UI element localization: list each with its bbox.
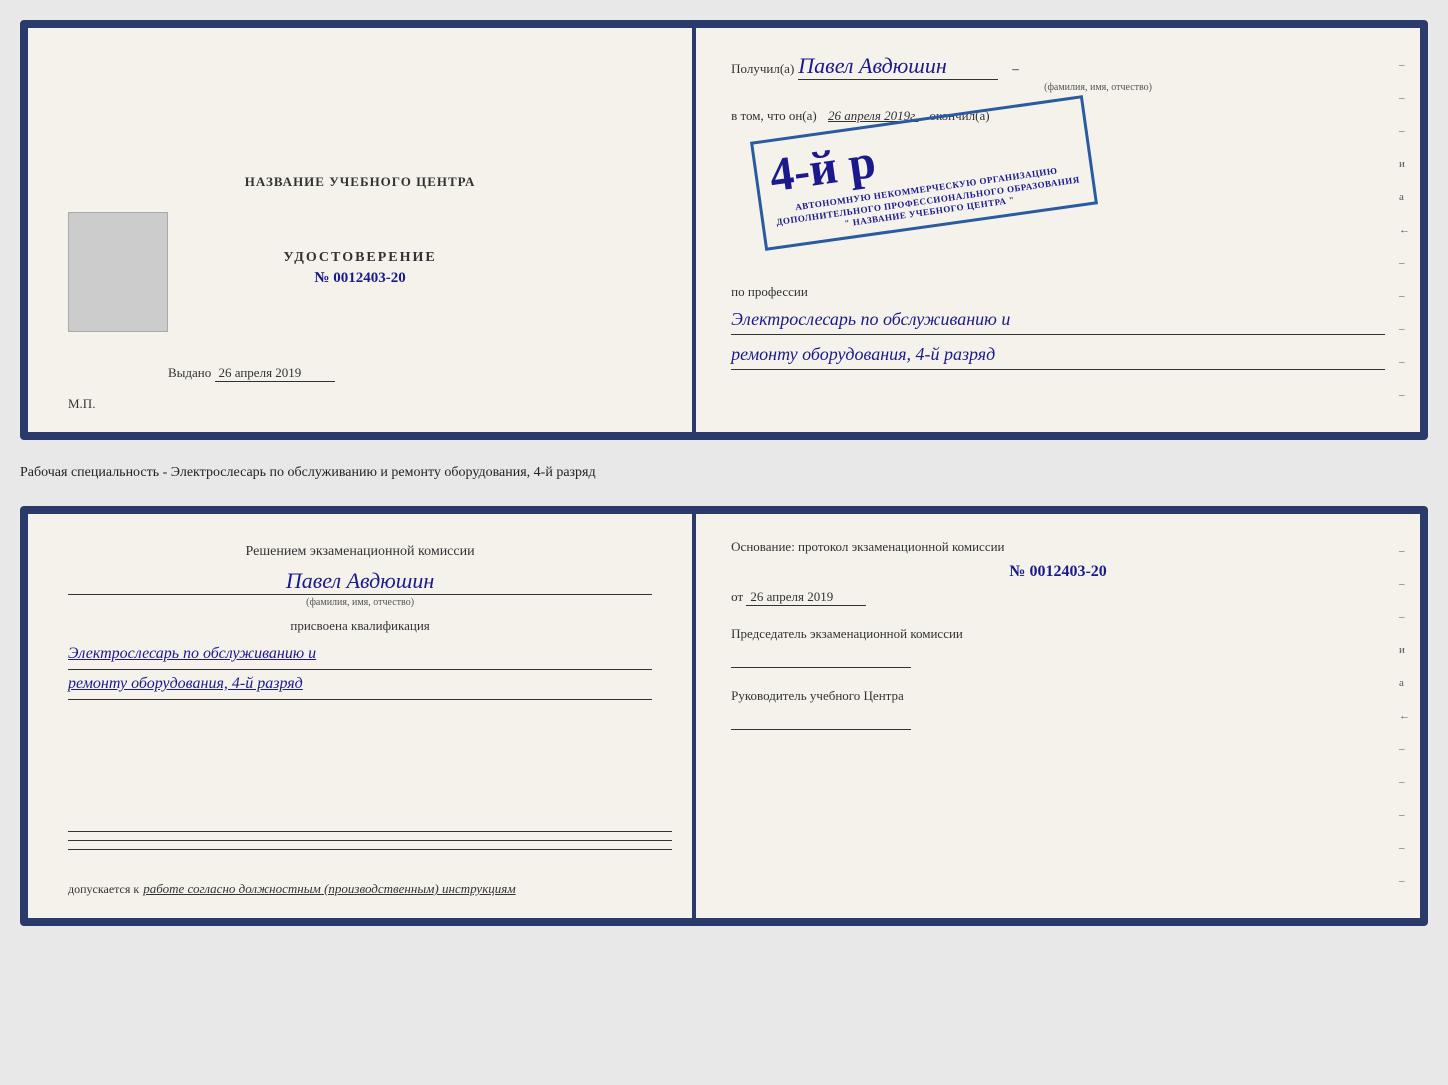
top-doc-left: НАЗВАНИЕ УЧЕБНОГО ЦЕНТРА УДОСТОВЕРЕНИЕ №… — [28, 28, 696, 432]
bottom-name: Павел Авдюшин — [68, 568, 652, 595]
dopuskaetsya-text: работе согласно должностным (производств… — [143, 881, 515, 896]
top-doc-right: Получил(a) Павел Авдюшин – (фамилия, имя… — [696, 28, 1420, 432]
ot-label: от — [731, 589, 743, 604]
bottom-doc-right: Основание: протокол экзаменационной коми… — [696, 514, 1420, 918]
page-wrapper: НАЗВАНИЕ УЧЕБНОГО ЦЕНТРА УДОСТОВЕРЕНИЕ №… — [20, 20, 1428, 926]
profession-line2: ремонту оборудования, 4-й разряд — [731, 340, 1385, 370]
poluchil-label: Получил(a) — [731, 61, 794, 76]
chairman-block: Председатель экзаменационной комиссии — [731, 626, 1385, 668]
mp-label: М.П. — [68, 396, 95, 412]
head-sig-line — [731, 729, 911, 730]
osnovaniye-number: № 0012403-20 — [731, 563, 1385, 581]
profession-block-top: по профессии Электрослесарь по обслужива… — [731, 284, 1385, 370]
profession-line1: Электрослесарь по обслуживанию и — [731, 305, 1385, 335]
vydano-label: Выдано — [168, 365, 211, 380]
cert-block: УДОСТОВЕРЕНИЕ № 0012403-20 — [283, 250, 436, 287]
vtom-label: в том, что он(а) — [731, 108, 817, 123]
bottom-doc-left: Решением экзаменационной комиссии Павел … — [28, 514, 696, 918]
chairman-sig-line — [731, 667, 911, 668]
vydano-date: 26 апреля 2019 — [215, 365, 335, 382]
vydano-line: Выдано 26 апреля 2019 — [168, 365, 335, 382]
cert-number: № 0012403-20 — [283, 270, 436, 287]
middle-text: Рабочая специальность - Электрослесарь п… — [20, 460, 1428, 486]
bottom-profession-line2: ремонту оборудования, 4-й разряд — [68, 670, 652, 700]
bottom-profession-line1: Электрослесарь по обслуживанию и — [68, 640, 652, 670]
sep-line-2 — [68, 840, 672, 841]
right-margin-dashes: – – – и а ← – – – – – — [1399, 28, 1410, 432]
bottom-left-lines — [68, 831, 672, 858]
bottom-name-subtitle: (фамилия, имя, отчество) — [68, 597, 652, 608]
ot-date-value: 26 апреля 2019 — [746, 589, 866, 606]
cert-label: УДОСТОВЕРЕНИЕ — [283, 250, 436, 266]
head-label: Руководитель учебного Центра — [731, 688, 1385, 704]
bottom-document: Решением экзаменационной комиссии Павел … — [20, 506, 1428, 926]
recipient-name: Павел Авдюшин — [798, 53, 998, 80]
head-block: Руководитель учебного Центра — [731, 688, 1385, 730]
chairman-label: Председатель экзаменационной комиссии — [731, 626, 1385, 642]
osnovaniye-label: Основание: протокол экзаменационной коми… — [731, 539, 1004, 554]
poluchil-block: Получил(a) Павел Авдюшин – (фамилия, имя… — [731, 53, 1385, 93]
name-subtitle: (фамилия, имя, отчество) — [811, 82, 1385, 93]
dopuskaetsya-label: допускается к — [68, 882, 139, 896]
sep-line-3 — [68, 849, 672, 850]
ot-date-block: от 26 апреля 2019 — [731, 589, 1385, 606]
profession-label: по профессии — [731, 284, 1385, 300]
photo-placeholder — [68, 212, 168, 332]
top-left-title: НАЗВАНИЕ УЧЕБНОГО ЦЕНТРА — [245, 174, 476, 190]
sep-line-1 — [68, 831, 672, 832]
prisvoena-label: присвоена квалификация — [68, 618, 652, 634]
osnovaniye-block: Основание: протокол экзаменационной коми… — [731, 539, 1385, 606]
top-document: НАЗВАНИЕ УЧЕБНОГО ЦЕНТРА УДОСТОВЕРЕНИЕ №… — [20, 20, 1428, 440]
dopuskaetsya-block: допускается к работе согласно должностны… — [68, 880, 672, 898]
right-margin-dashes-bottom: – – – и а ← – – – – – — [1399, 514, 1410, 918]
komissia-title: Решением экзаменационной комиссии — [68, 544, 652, 560]
